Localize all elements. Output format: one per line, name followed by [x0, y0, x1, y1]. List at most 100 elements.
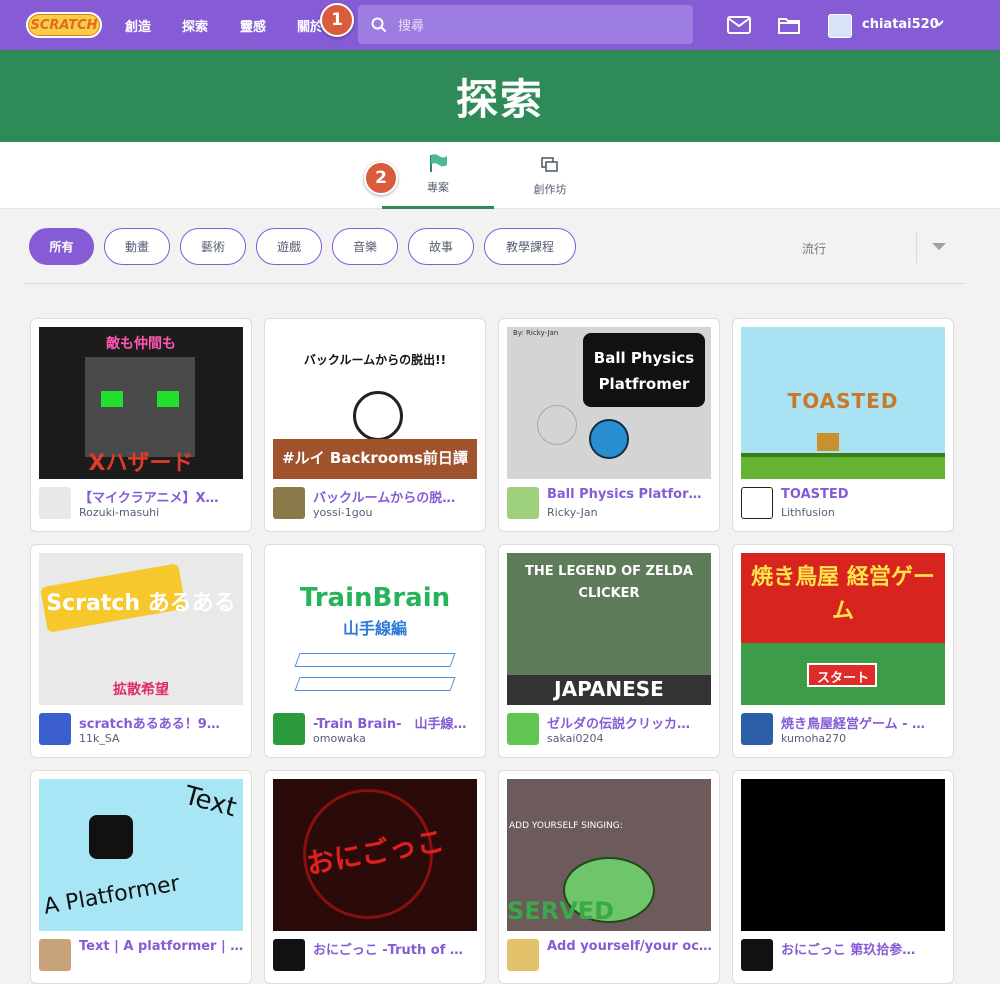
filter-animation[interactable]: 動畫 — [104, 228, 170, 265]
project-card[interactable]: 敵も仲間も Xハザード 【マイクラアニメ】X… Rozuki-masuhi — [30, 318, 252, 532]
tab-studios-label: 創作坊 — [533, 182, 567, 196]
project-thumbnail[interactable]: ADD YOURSELF SINGING: SERVED — [507, 779, 711, 931]
tab-studios[interactable]: 創作坊 — [508, 142, 592, 209]
filter-all[interactable]: 所有 — [29, 228, 94, 265]
thumbnail-text: SERVED — [507, 897, 615, 925]
project-author[interactable]: Rozuki-masuhi — [79, 506, 247, 519]
flag-icon — [430, 154, 447, 172]
project-author[interactable]: omowaka — [313, 732, 481, 745]
project-thumbnail[interactable]: バックルームからの脱出!! #ルイ Backrooms前日譚 — [273, 327, 477, 479]
thumbnail-text: #ルイ Backrooms前日譚 — [282, 449, 468, 467]
project-title[interactable]: バックルームからの脱… — [313, 487, 481, 506]
section-divider — [24, 283, 964, 284]
project-title[interactable]: 焼き鳥屋経営ゲーム - … — [781, 713, 949, 732]
project-author[interactable]: Ricky-Jan — [547, 506, 715, 519]
project-card[interactable]: バックルームからの脱出!! #ルイ Backrooms前日譚 バックルームからの… — [264, 318, 486, 532]
user-avatar[interactable] — [39, 713, 71, 745]
project-card[interactable]: Text A Platformer Text | A platformer | … — [30, 770, 252, 984]
project-author[interactable]: yossi-1gou — [313, 506, 481, 519]
user-avatar[interactable] — [741, 713, 773, 745]
thumbnail-text: TOASTED — [787, 389, 899, 413]
messages-icon[interactable] — [727, 16, 751, 34]
nav-link-explore[interactable]: 探索 — [182, 16, 208, 35]
scratch-logo[interactable]: SCRATCH — [26, 12, 102, 38]
project-title[interactable]: おにごっこ -Truth of … — [313, 939, 481, 958]
project-author[interactable]: 11k_SA — [79, 732, 247, 745]
project-title[interactable]: TOASTED — [781, 487, 949, 502]
thumbnail-top-text: 敵も仲間も — [106, 336, 176, 352]
filter-art[interactable]: 藝術 — [180, 228, 246, 265]
sort-dropdown-label[interactable]: 流行 — [802, 240, 826, 257]
my-stuff-folder-icon[interactable] — [777, 15, 801, 35]
tab-projects[interactable]: 專案 — [382, 142, 494, 209]
project-thumbnail[interactable] — [741, 779, 945, 931]
explore-banner: 探索 — [0, 50, 1000, 142]
project-title[interactable]: 【マイクラアニメ】X… — [79, 487, 247, 506]
project-card[interactable]: TrainBrain 山手線編 -Train Brain- 山手線… omowa… — [264, 544, 486, 758]
thumbnail-text: Scratch あるある — [46, 591, 236, 616]
thumbnail-top-text: 拡散希望 — [113, 682, 169, 698]
project-card[interactable]: Scratch あるある 拡散希望 scratchあるある！9… 11k_SA — [30, 544, 252, 758]
project-title[interactable]: Text | A platformer | #… — [79, 939, 247, 954]
project-thumbnail[interactable]: By: Ricky-Jan Ball Physics Platfromer — [507, 327, 711, 479]
search-field[interactable]: 搜尋 — [358, 5, 693, 44]
user-avatar[interactable] — [273, 939, 305, 971]
user-avatar[interactable] — [273, 487, 305, 519]
thumbnail-top-text: ADD YOURSELF SINGING: — [509, 821, 623, 831]
thumbnail-top-text: JAPANESE — [554, 677, 664, 701]
caret-down-icon[interactable] — [932, 243, 946, 250]
project-title[interactable]: おにごっこ 第玖拾参… — [781, 939, 949, 958]
thumbnail-text: A Platformer — [41, 871, 182, 920]
username[interactable]: chiatai520 — [862, 17, 939, 32]
user-avatar[interactable] — [507, 939, 539, 971]
chevron-down-icon[interactable] — [933, 17, 945, 29]
user-avatar[interactable] — [273, 713, 305, 745]
user-avatar[interactable] — [741, 939, 773, 971]
nav-link-create[interactable]: 創造 — [125, 16, 151, 35]
project-title[interactable]: Ball Physics Platfor… — [547, 487, 715, 502]
search-placeholder: 搜尋 — [398, 19, 425, 34]
project-author[interactable]: Lithfusion — [781, 506, 949, 519]
filter-games[interactable]: 遊戲 — [256, 228, 322, 265]
filter-stories[interactable]: 故事 — [408, 228, 474, 265]
thumbnail-text: Ball Physics Platfromer — [593, 349, 695, 393]
project-card[interactable]: 焼き鳥屋 経営ゲーム スタート 焼き鳥屋経営ゲーム - … kumoha270 — [732, 544, 954, 758]
project-card[interactable]: おにごっこ 第玖拾参… — [732, 770, 954, 984]
user-avatar[interactable] — [507, 713, 539, 745]
filter-music[interactable]: 音樂 — [332, 228, 398, 265]
project-thumbnail[interactable]: 敵も仲間も Xハザード — [39, 327, 243, 479]
project-thumbnail[interactable]: Text A Platformer — [39, 779, 243, 931]
project-card[interactable]: ADD YOURSELF SINGING: SERVED Add yoursel… — [498, 770, 720, 984]
project-author[interactable]: kumoha270 — [781, 732, 949, 745]
thumbnail-top-text: By: Ricky-Jan — [513, 329, 559, 337]
project-title[interactable]: scratchあるある！9… — [79, 713, 247, 732]
nav-link-ideas[interactable]: 靈感 — [240, 16, 266, 35]
project-thumbnail[interactable]: TrainBrain 山手線編 — [273, 553, 477, 705]
top-navigation-bar: SCRATCH 創造 探索 靈感 關於 搜尋 chiatai520 — [0, 0, 1000, 50]
project-thumbnail[interactable]: 焼き鳥屋 経営ゲーム スタート — [741, 553, 945, 705]
page-title: 探索 — [455, 74, 544, 124]
step-badge-2: 2 — [364, 161, 398, 195]
project-title[interactable]: ゼルダの伝説クリッカ… — [547, 713, 715, 732]
project-title[interactable]: -Train Brain- 山手線… — [313, 713, 481, 732]
project-card[interactable]: THE LEGEND OF ZELDA CLICKER JAPANESE ゼルダ… — [498, 544, 720, 758]
project-thumbnail[interactable]: おにごっこ — [273, 779, 477, 931]
project-thumbnail[interactable]: Scratch あるある 拡散希望 — [39, 553, 243, 705]
project-thumbnail[interactable]: TOASTED — [741, 327, 945, 479]
user-avatar[interactable] — [39, 487, 71, 519]
thumbnail-text: THE LEGEND OF ZELDA CLICKER — [525, 564, 693, 601]
project-card[interactable]: おにごっこ おにごっこ -Truth of … — [264, 770, 486, 984]
project-card[interactable]: By: Ricky-Jan Ball Physics Platfromer Ba… — [498, 318, 720, 532]
project-author[interactable]: sakai0204 — [547, 732, 715, 745]
filter-tutorials[interactable]: 教學課程 — [484, 228, 576, 265]
project-thumbnail[interactable]: THE LEGEND OF ZELDA CLICKER JAPANESE — [507, 553, 711, 705]
tab-projects-label: 專案 — [427, 181, 449, 194]
project-title[interactable]: Add yourself/your oc… — [547, 939, 715, 954]
user-avatar[interactable] — [741, 487, 773, 519]
thumbnail-text: Xハザード — [88, 451, 194, 476]
user-avatar[interactable] — [39, 939, 71, 971]
user-avatar[interactable] — [828, 14, 852, 38]
user-avatar[interactable] — [507, 487, 539, 519]
step-badge-1: 1 — [320, 3, 354, 37]
project-card[interactable]: TOASTED TOASTED Lithfusion — [732, 318, 954, 532]
